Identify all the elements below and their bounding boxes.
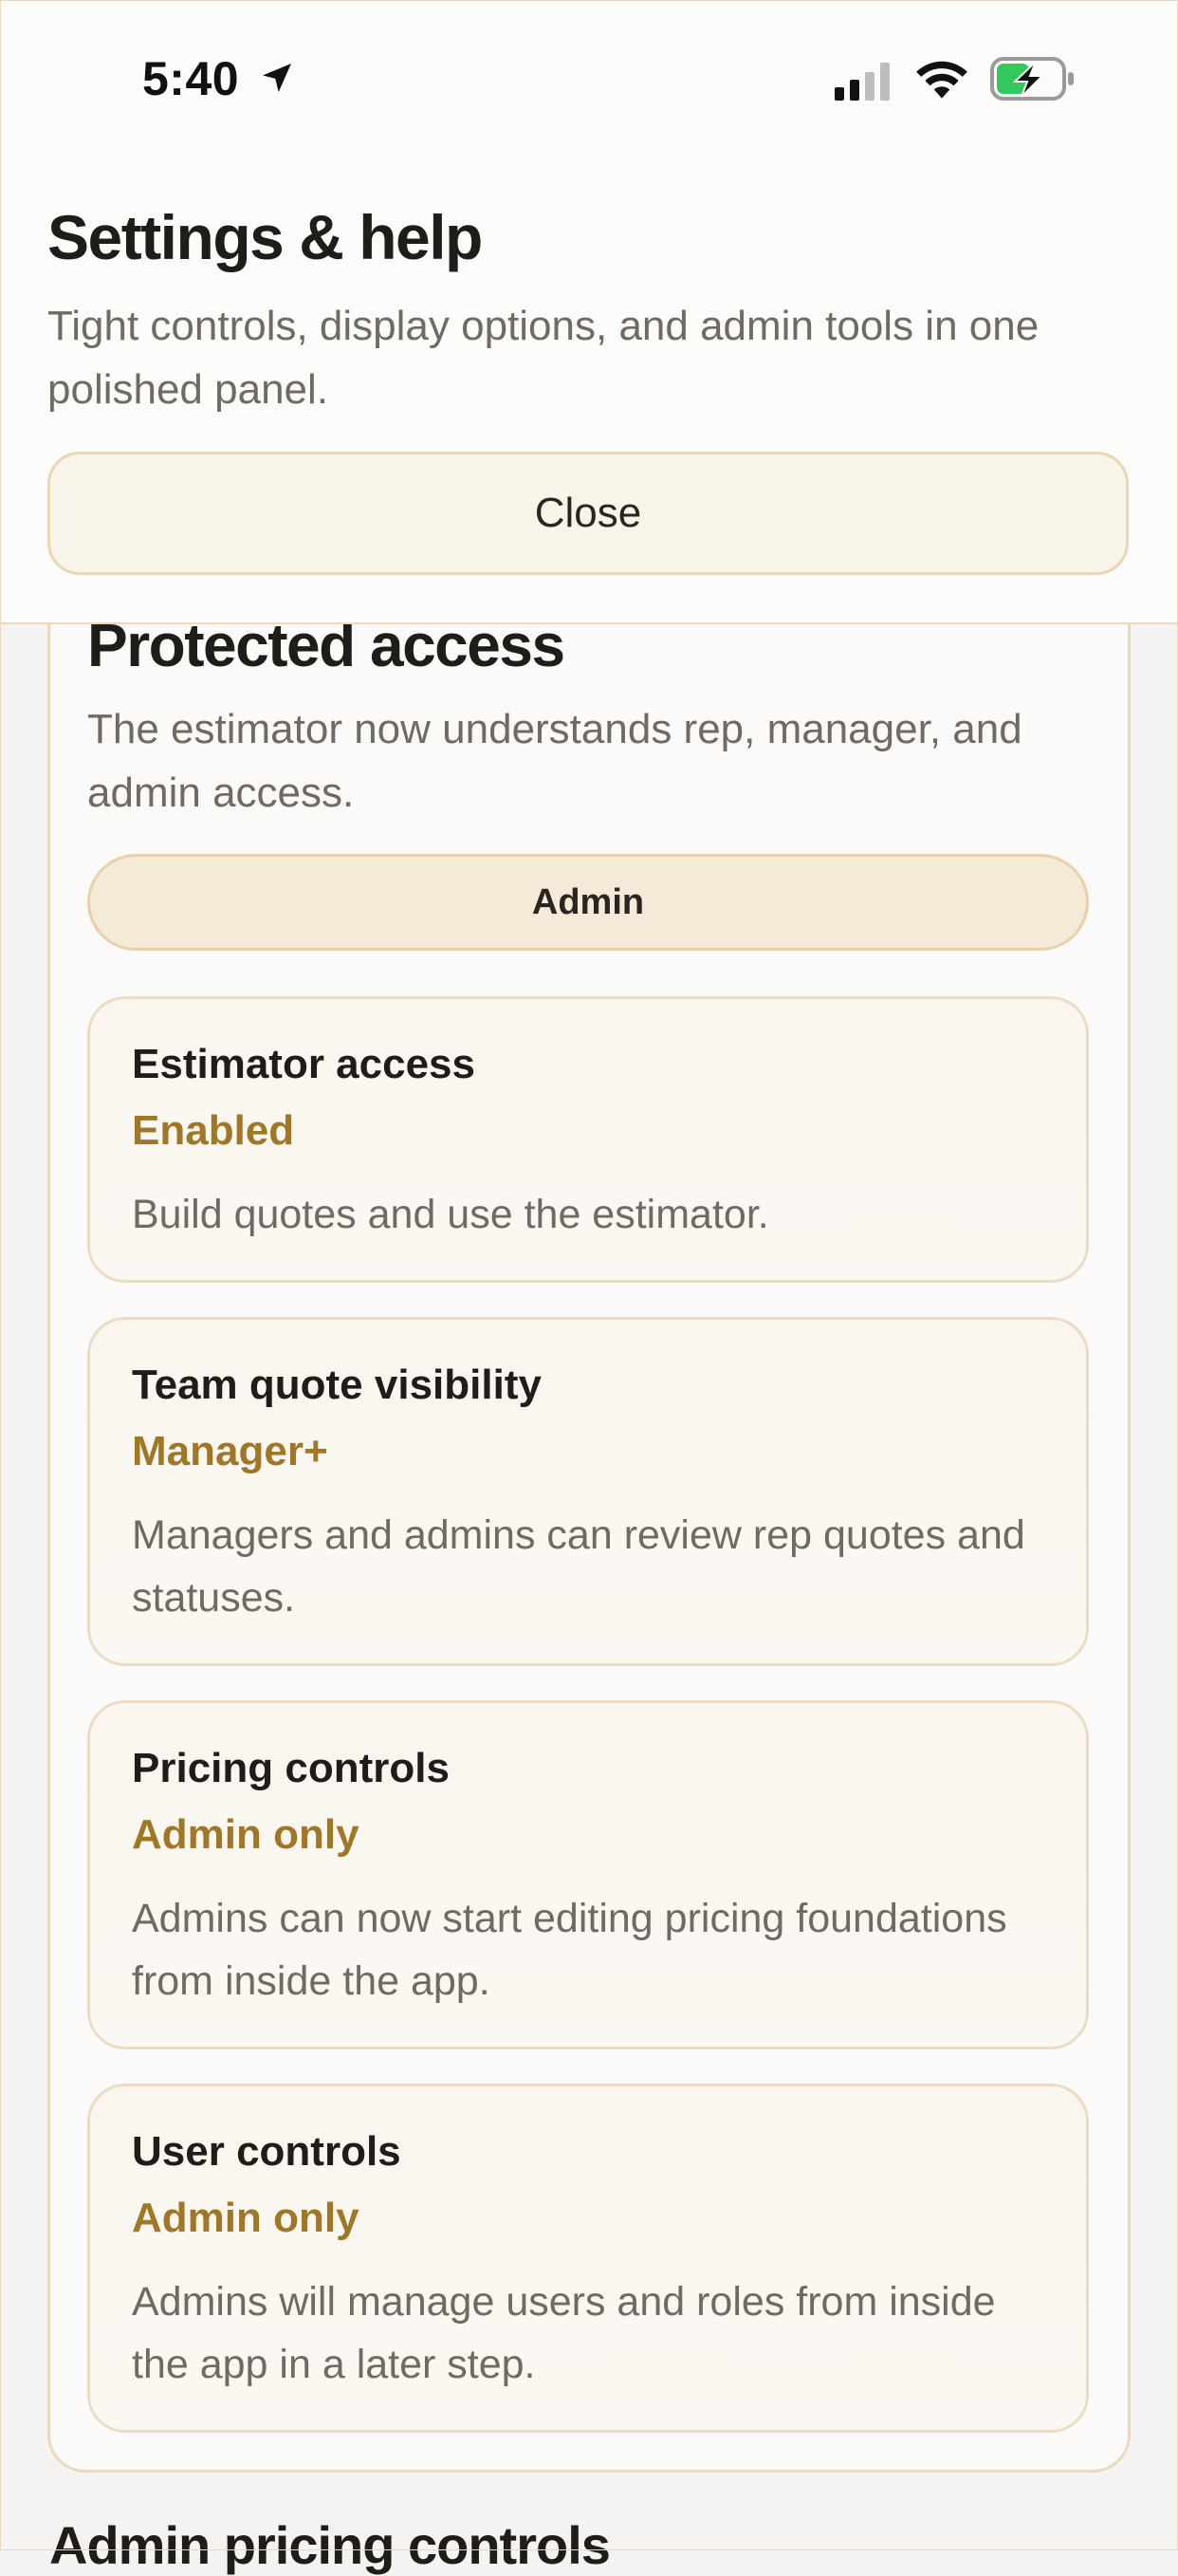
next-section-title: Admin pricing controls: [49, 2515, 611, 2575]
location-arrow-icon: [263, 64, 291, 92]
battery-charging-icon: [990, 57, 1074, 101]
permission-status: Enabled: [132, 1107, 295, 1154]
permission-description: Admins can now start editing pricing fou…: [132, 1896, 1007, 2004]
card-subtitle: The estimator now understands rep, manag…: [87, 706, 1022, 816]
status-time: 5:40: [142, 52, 240, 105]
permission-name: Pricing controls: [132, 1745, 450, 1791]
permission-name: User controls: [132, 2128, 401, 2175]
page-title: Settings & help: [47, 202, 483, 272]
page-subtitle: Tight controls, display options, and adm…: [47, 303, 1040, 413]
settings-header: 5:40 Settings & help Tight controls, dis…: [0, 0, 1178, 624]
signal-icon: [835, 63, 890, 101]
permission-description: Build quotes and use the estimator.: [132, 1192, 769, 1237]
permission-status: Manager+: [132, 1428, 328, 1474]
permission-name: Team quote visibility: [132, 1362, 542, 1408]
permission-status: Admin only: [132, 2195, 359, 2241]
permission-name: Estimator access: [132, 1041, 475, 1087]
permission-description: Managers and admins can review rep quote…: [132, 1512, 1025, 1621]
permission-card: User controls Admin only Admins will man…: [87, 2084, 1089, 2433]
current-role-pill: Admin: [87, 854, 1089, 951]
permission-status: Admin only: [132, 1811, 359, 1858]
permission-description: Admins will manage users and roles from …: [132, 2279, 996, 2387]
status-bar: 5:40: [0, 0, 1178, 161]
permission-card: Team quote visibility Manager+ Managers …: [87, 1317, 1089, 1666]
permission-card: Estimator access Enabled Build quotes an…: [87, 996, 1089, 1283]
wifi-icon: [916, 61, 967, 99]
close-button[interactable]: Close: [47, 452, 1129, 575]
permission-card: Pricing controls Admin only Admins can n…: [87, 1700, 1089, 2049]
